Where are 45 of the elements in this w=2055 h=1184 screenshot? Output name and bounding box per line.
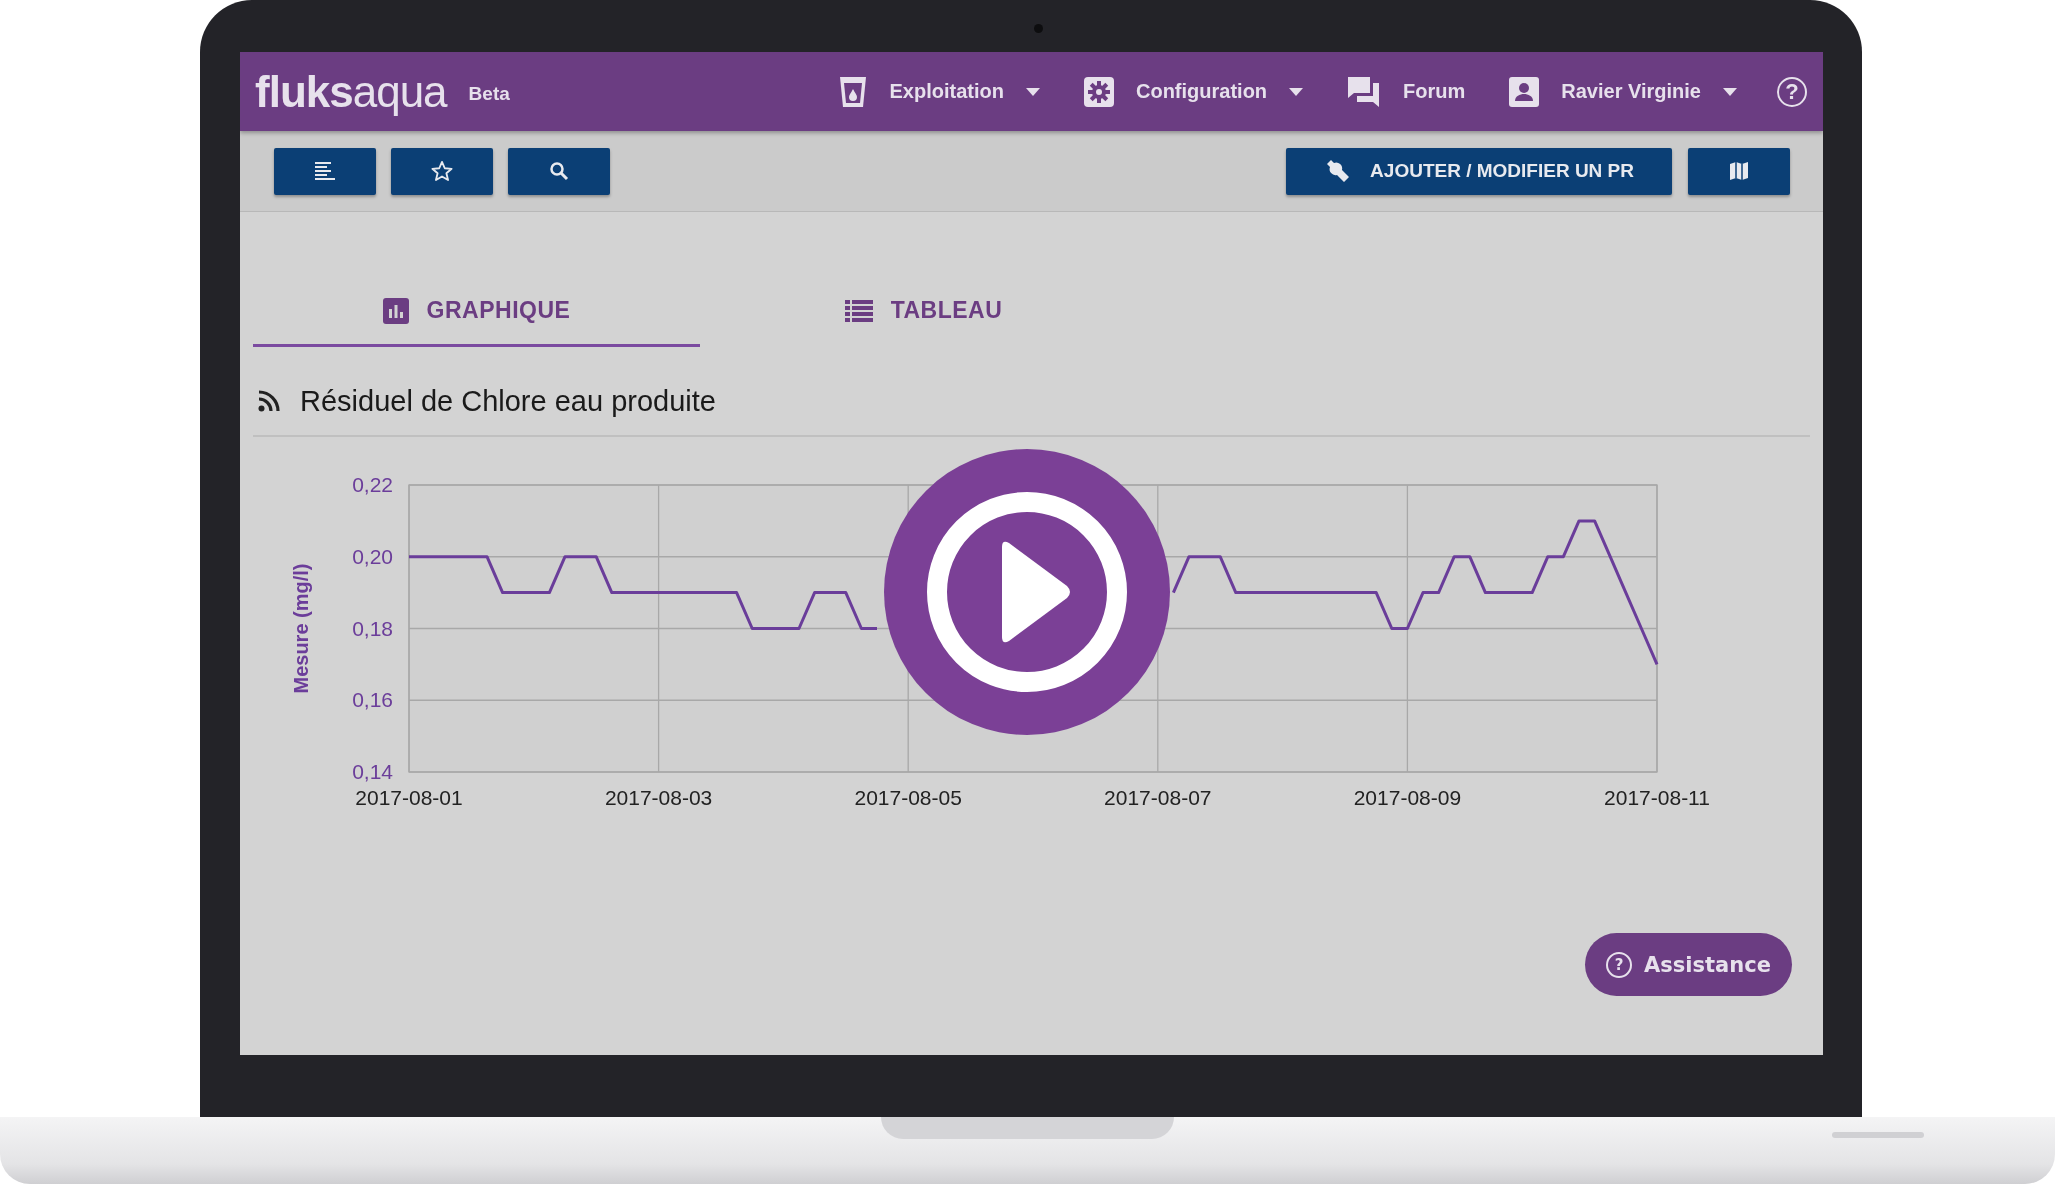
y-tick-label: 0,22 bbox=[352, 473, 393, 496]
view-tab[interactable]: GRAPHIQUE bbox=[253, 287, 700, 347]
rss-feed-icon bbox=[258, 390, 280, 412]
x-tick-label: 2017-08-01 bbox=[355, 786, 463, 809]
caret-icon bbox=[1026, 87, 1040, 96]
star-button[interactable] bbox=[391, 147, 493, 195]
nav-menu-item[interactable]: Exploitation bbox=[837, 74, 1040, 109]
x-tick-label: 2017-08-03 bbox=[604, 786, 713, 809]
bar-chart-icon bbox=[382, 297, 409, 324]
x-tick-label: 2017-08-11 bbox=[1604, 786, 1710, 809]
view-tab[interactable]: TABLEAU bbox=[700, 287, 1147, 347]
y-tick-label: 0,16 bbox=[352, 688, 393, 712]
help-icon: ? bbox=[1606, 951, 1633, 978]
table-icon bbox=[844, 299, 873, 322]
y-tick-label: 0,18 bbox=[352, 616, 393, 640]
chart-title: Résiduel de Chlore eau produite bbox=[300, 384, 716, 418]
app-logo[interactable]: fluksaqua bbox=[255, 66, 447, 117]
caret-icon bbox=[1289, 87, 1304, 96]
cup-icon bbox=[837, 74, 868, 109]
search-icon bbox=[549, 161, 569, 181]
x-tick-label: 2017-08-05 bbox=[854, 786, 962, 809]
list-button[interactable] bbox=[274, 147, 376, 195]
map-button[interactable] bbox=[1688, 147, 1790, 195]
play-button[interactable] bbox=[884, 449, 1170, 735]
caret-icon bbox=[1723, 87, 1737, 96]
gear-icon bbox=[1084, 76, 1114, 107]
y-tick-label: 0,14 bbox=[352, 760, 393, 783]
assistance-button[interactable]: ? Assistance bbox=[1585, 933, 1792, 996]
camera-dot bbox=[1034, 24, 1043, 33]
nav-menu-item[interactable]: Forum bbox=[1347, 75, 1466, 108]
list-icon bbox=[315, 162, 335, 180]
y-tick-label: 0,20 bbox=[352, 544, 393, 568]
x-tick-label: 2017-08-09 bbox=[1353, 786, 1462, 809]
help-button[interactable]: ? bbox=[1777, 76, 1807, 107]
x-tick-label: 2017-08-07 bbox=[1104, 786, 1212, 809]
map-icon bbox=[1729, 161, 1749, 181]
search-button[interactable] bbox=[508, 147, 610, 195]
add-edit-button[interactable]: AJOUTER / MODIFIER UN PR bbox=[1286, 147, 1672, 195]
chat-icon bbox=[1347, 75, 1382, 108]
beta-label: Beta bbox=[468, 82, 510, 105]
nav-menu-item[interactable]: Configuration bbox=[1084, 76, 1304, 107]
star-icon bbox=[431, 160, 453, 182]
nav-menu-item[interactable]: Ravier Virginie bbox=[1509, 76, 1737, 107]
y-axis-label: Mesure (mg/l) bbox=[290, 563, 312, 694]
user-icon bbox=[1509, 76, 1540, 107]
